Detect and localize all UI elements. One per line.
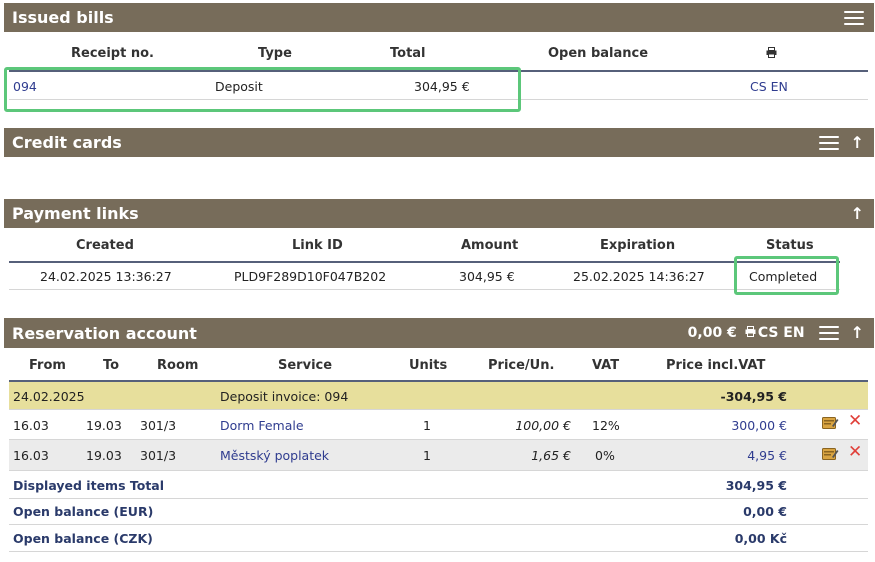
link-id: PLD9F289D10F047B202 xyxy=(234,269,387,284)
item-service-link[interactable]: Městský poplatek xyxy=(220,448,329,463)
printer-icon[interactable] xyxy=(745,325,756,341)
item-to: 19.03 xyxy=(86,448,122,463)
col-open-balance: Open balance xyxy=(548,46,649,61)
col-service: Service xyxy=(278,358,333,373)
deposit-date: 24.02.2025 xyxy=(13,389,85,404)
payment-links-title: Payment links xyxy=(12,204,139,223)
credit-cards-title: Credit cards xyxy=(12,133,122,152)
printer-icon[interactable] xyxy=(766,47,777,62)
col-units: Units xyxy=(409,358,448,373)
item-vat: 12% xyxy=(592,418,620,433)
item-price-incl[interactable]: 4,95 € xyxy=(747,448,787,463)
item-room: 301/3 xyxy=(140,418,177,433)
item-from: 16.03 xyxy=(13,418,49,433)
col-amount: Amount xyxy=(461,238,519,253)
item-price: 1,65 € xyxy=(531,448,571,463)
col-price-per-unit: Price/Un. xyxy=(488,358,555,373)
open-balance-czk-value: 0,00 Kč xyxy=(734,531,787,546)
item-units: 1 xyxy=(423,418,431,433)
link-expiration: 25.02.2025 14:36:27 xyxy=(573,269,705,284)
delete-icon[interactable]: ✕ xyxy=(848,413,862,430)
col-from: From xyxy=(29,358,66,373)
reservation-account-header: Reservation account 0,00 € CS EN ↑ xyxy=(4,318,874,348)
arrow-up-icon[interactable]: ↑ xyxy=(851,134,864,151)
arrow-up-icon[interactable]: ↑ xyxy=(851,205,864,222)
total-label: Displayed items Total xyxy=(13,478,165,493)
issued-bills-header: Issued bills xyxy=(4,3,874,32)
menu-icon[interactable] xyxy=(818,326,839,340)
credit-cards-header: Credit cards ↑ xyxy=(4,128,874,157)
item-price-incl[interactable]: 300,00 € xyxy=(731,418,787,433)
col-vat: VAT xyxy=(592,358,620,373)
col-room: Room xyxy=(157,358,199,373)
deposit-label: Deposit invoice: 094 xyxy=(220,389,349,404)
item-vat: 0% xyxy=(595,448,615,463)
item-service-link[interactable]: Dorm Female xyxy=(220,418,304,433)
highlight-box xyxy=(4,67,521,112)
item-to: 19.03 xyxy=(86,418,122,433)
col-type: Type xyxy=(258,46,292,61)
issued-bills-title: Issued bills xyxy=(12,8,114,27)
col-to: To xyxy=(103,358,120,373)
delete-icon[interactable]: ✕ xyxy=(848,444,862,461)
col-created: Created xyxy=(76,238,134,253)
col-status: Status xyxy=(766,238,814,253)
col-expiration: Expiration xyxy=(600,238,676,253)
col-receipt-no: Receipt no. xyxy=(71,46,154,61)
deposit-amount: -304,95 € xyxy=(720,389,787,404)
link-created: 24.02.2025 13:36:27 xyxy=(40,269,172,284)
account-lang-links[interactable]: CS EN xyxy=(758,325,805,341)
col-total: Total xyxy=(390,46,426,61)
item-price: 100,00 € xyxy=(515,418,571,433)
item-from: 16.03 xyxy=(13,448,49,463)
open-balance-eur-value: 0,00 € xyxy=(743,504,787,519)
receipt-lang-links[interactable]: CS EN xyxy=(750,79,788,94)
account-balance: 0,00 € xyxy=(687,325,737,341)
col-link-id: Link ID xyxy=(292,238,343,253)
item-room: 301/3 xyxy=(140,448,177,463)
reservation-account-title: Reservation account xyxy=(12,323,197,343)
item-units: 1 xyxy=(423,448,431,463)
menu-icon[interactable] xyxy=(844,10,864,25)
edit-icon[interactable] xyxy=(822,415,839,429)
table-row xyxy=(9,440,868,470)
total-value: 304,95 € xyxy=(725,478,787,493)
payment-links-header: Payment links ↑ xyxy=(4,199,874,228)
edit-icon[interactable] xyxy=(822,446,839,460)
open-balance-czk-label: Open balance (CZK) xyxy=(13,531,153,546)
link-amount: 304,95 € xyxy=(459,269,515,284)
arrow-up-icon[interactable]: ↑ xyxy=(851,325,864,341)
status-highlight-box xyxy=(734,256,839,295)
open-balance-eur-label: Open balance (EUR) xyxy=(13,504,154,519)
col-price-incl-vat: Price incl.VAT xyxy=(666,358,766,373)
menu-icon[interactable] xyxy=(818,135,839,150)
